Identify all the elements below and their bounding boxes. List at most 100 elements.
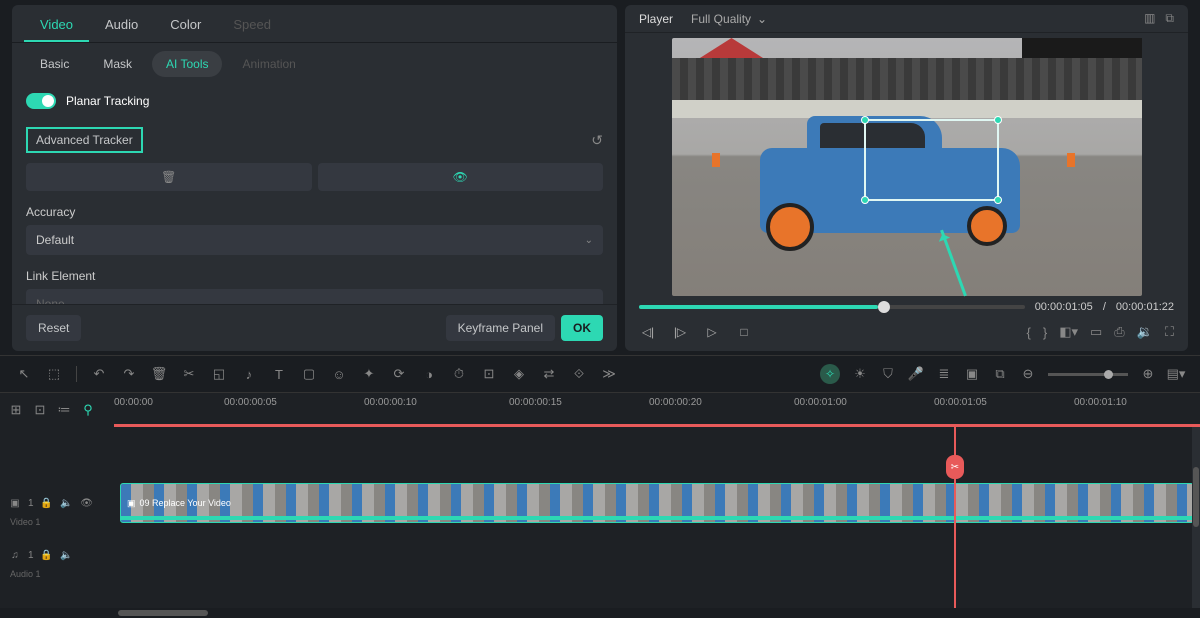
transition-icon[interactable]: ⟳ xyxy=(391,366,407,382)
display-icon[interactable]: ▭ xyxy=(1090,324,1102,340)
vertical-scrollbar[interactable] xyxy=(1192,427,1200,608)
more-icon[interactable]: ≫ xyxy=(601,366,617,382)
scrubber[interactable] xyxy=(639,305,1025,309)
tracking-handle[interactable] xyxy=(994,196,1002,204)
track-index: 1 xyxy=(28,550,34,561)
redo-icon[interactable]: ↷ xyxy=(121,366,137,382)
prev-frame-button[interactable]: ◁| xyxy=(639,323,657,341)
snapshot-icon[interactable]: ⧉ xyxy=(1165,11,1174,26)
enhance-icon[interactable]: ☀ xyxy=(852,366,868,382)
zoom-in-icon[interactable]: ⊕ xyxy=(1140,366,1156,382)
next-frame-button[interactable]: |▷ xyxy=(671,323,689,341)
marker-dropdown-icon[interactable]: ◧▾ xyxy=(1059,324,1078,340)
pip-icon[interactable]: ⧉ xyxy=(992,366,1008,382)
scissors-icon[interactable]: ✂ xyxy=(181,366,197,382)
scrollbar-thumb[interactable] xyxy=(1193,467,1199,527)
video-clip[interactable]: ▣ 09 Replace Your Video xyxy=(120,483,1194,523)
time-separator: / xyxy=(1103,301,1106,313)
track-manage-icon[interactable]: ≔ xyxy=(56,402,72,418)
tracking-handle[interactable] xyxy=(861,116,869,124)
mic-icon[interactable]: 🎤 xyxy=(908,366,924,382)
track-link-icon[interactable]: ⊡ xyxy=(32,402,48,418)
zoom-out-icon[interactable]: ⊖ xyxy=(1020,366,1036,382)
scrollbar-thumb[interactable] xyxy=(118,610,208,616)
camera-icon[interactable]: ⎙ xyxy=(1114,324,1124,340)
player-title: Player xyxy=(639,12,673,26)
mute-icon[interactable]: 🔈 xyxy=(60,496,74,510)
color-icon[interactable]: ◈ xyxy=(511,366,527,382)
delete-tracker-button[interactable]: 🗑 xyxy=(26,163,312,191)
tab-video[interactable]: Video xyxy=(24,9,89,42)
trash-icon: 🗑 xyxy=(161,170,176,184)
speed-icon[interactable]: ⏱ xyxy=(451,366,467,382)
inspector-panel: Video Audio Color Speed Basic Mask AI To… xyxy=(12,5,617,351)
scrubber-knob[interactable] xyxy=(878,301,890,313)
volume-icon[interactable]: 🔉 xyxy=(1137,324,1153,340)
shield-icon[interactable]: ⛉ xyxy=(880,366,896,382)
subtab-ai-tools[interactable]: AI Tools xyxy=(152,51,222,77)
crop-icon[interactable]: ◱ xyxy=(211,366,227,382)
zoom-slider[interactable] xyxy=(1048,373,1128,376)
horizontal-scrollbar[interactable] xyxy=(0,608,1200,618)
ok-button[interactable]: OK xyxy=(561,315,603,341)
adjust-icon[interactable]: ⇄ xyxy=(541,366,557,382)
link-element-value: None xyxy=(36,297,65,304)
video-preview[interactable] xyxy=(672,38,1142,296)
select-icon[interactable]: ⬚ xyxy=(46,366,62,382)
effect-icon[interactable]: ✦ xyxy=(361,366,377,382)
subtab-basic[interactable]: Basic xyxy=(26,51,83,77)
track-add-icon[interactable]: ⊞ xyxy=(8,402,24,418)
quality-select[interactable]: Full Quality ⌄ xyxy=(691,12,767,26)
compare-icon[interactable]: ▥ xyxy=(1144,11,1155,26)
timeline-options-icon[interactable]: ▤▾ xyxy=(1168,366,1184,382)
delete-icon[interactable]: 🗑 xyxy=(151,366,167,382)
tracking-handle[interactable] xyxy=(994,116,1002,124)
tracking-box[interactable] xyxy=(864,119,999,201)
eye-icon[interactable]: 👁 xyxy=(80,496,94,510)
sticker-icon[interactable]: ☺ xyxy=(331,366,347,382)
inspector-subtabs: Basic Mask AI Tools Animation xyxy=(12,43,617,85)
playhead[interactable]: ✂ xyxy=(954,427,956,608)
subtab-mask[interactable]: Mask xyxy=(89,51,146,77)
mask-icon[interactable]: ◑ xyxy=(421,366,437,382)
tab-color[interactable]: Color xyxy=(154,9,217,42)
fullscreen-icon[interactable]: ⛶ xyxy=(1165,324,1174,340)
mute-icon[interactable]: 🔈 xyxy=(60,548,74,562)
mark-in-icon[interactable]: { xyxy=(1027,325,1031,340)
zoom-knob[interactable] xyxy=(1104,370,1113,379)
ruler-tick: 00:00:00:20 xyxy=(649,397,702,408)
pointer-icon[interactable]: ↖ xyxy=(16,366,32,382)
track-content[interactable]: ✂ ▣ 09 Replace Your Video xyxy=(114,427,1200,608)
stop-button[interactable]: □ xyxy=(735,323,753,341)
magnet-icon[interactable]: ⚲ xyxy=(80,402,96,418)
lock-icon[interactable]: 🔒 xyxy=(40,548,54,562)
video-track-icon: ▣ xyxy=(8,496,22,510)
text-icon[interactable]: T xyxy=(271,366,287,382)
music-icon[interactable]: ♪ xyxy=(241,366,257,382)
keyframe-panel-button[interactable]: Keyframe Panel xyxy=(446,315,555,341)
ruler-tick: 00:00:01:10 xyxy=(1074,397,1127,408)
audio-tool-icon[interactable]: ≣ xyxy=(936,366,952,382)
mark-out-icon[interactable]: } xyxy=(1043,325,1047,340)
ai-icon[interactable]: ✧ xyxy=(820,364,840,384)
advanced-tracker-field[interactable]: Advanced Tracker xyxy=(26,127,143,153)
keyframe-icon[interactable]: ⟐ xyxy=(571,366,587,382)
clip-label: 09 Replace Your Video xyxy=(140,498,231,508)
accuracy-select[interactable]: Default ⌄ xyxy=(26,225,603,255)
render-icon[interactable]: ▣ xyxy=(964,366,980,382)
undo-icon[interactable]: ↶ xyxy=(91,366,107,382)
reset-tracker-icon[interactable]: ↺ xyxy=(591,132,603,149)
tracking-handle[interactable] xyxy=(861,196,869,204)
track-icon[interactable]: ⊡ xyxy=(481,366,497,382)
link-element-select[interactable]: None ⌄ xyxy=(26,289,603,304)
quality-value: Full Quality xyxy=(691,12,751,26)
planar-tracking-toggle[interactable] xyxy=(26,93,56,109)
time-ruler[interactable]: 00:00:00 00:00:00:05 00:00:00:10 00:00:0… xyxy=(114,393,1200,427)
tab-audio[interactable]: Audio xyxy=(89,9,154,42)
playhead-marker-icon[interactable]: ✂ xyxy=(946,455,964,479)
shape-icon[interactable]: ▢ xyxy=(301,366,317,382)
reset-button[interactable]: Reset xyxy=(26,315,81,341)
preview-tracker-button[interactable]: 👁 xyxy=(318,163,604,191)
lock-icon[interactable]: 🔒 xyxy=(40,496,54,510)
play-button[interactable]: ▷ xyxy=(703,323,721,341)
